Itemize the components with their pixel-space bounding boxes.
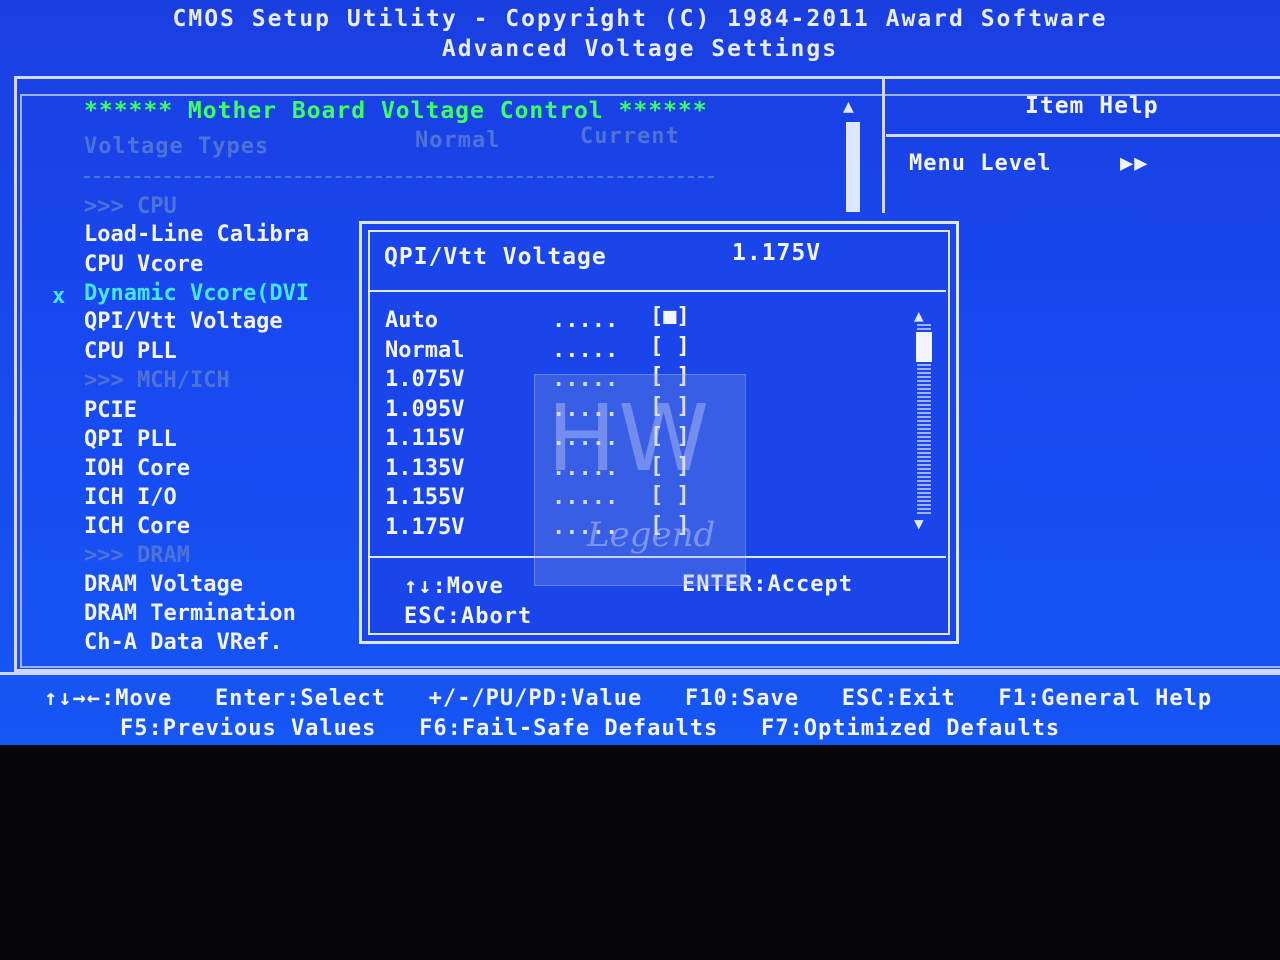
option-label[interactable]: 1.095V [385,397,464,422]
option-label[interactable]: 1.115V [385,426,464,451]
option-label[interactable]: 1.175V [385,515,464,540]
footer-divider [0,672,1280,675]
header-divider [84,176,714,178]
menu-item-cpu-vcore[interactable]: CPU Vcore [84,252,203,277]
footer-keys-line1: ↑↓→←:Move Enter:Select +/-/PU/PD:Value F… [44,686,1213,711]
menu-item-load-line-calibration[interactable]: Load-Line Calibra [84,222,309,247]
popup-scroll-up-arrow-icon[interactable]: ▲ [914,306,924,325]
option-label[interactable]: 1.155V [385,485,464,510]
scrollbar-thumb[interactable] [846,122,860,212]
popup-top-divider [370,290,946,292]
option-dots: ..... [552,308,619,333]
watermark-logo: HW Legend [534,374,746,586]
header-title: CMOS Setup Utility - Copyright (C) 1984-… [172,6,1108,32]
section-title: ****** Mother Board Voltage Control ****… [84,98,708,124]
footer-keys-line2: F5:Previous Values F6:Fail-Safe Defaults… [120,716,1061,741]
menu-item-dram-voltage[interactable]: DRAM Voltage [84,572,243,597]
menu-item-qpi-vtt-voltage[interactable]: QPI/Vtt Voltage [84,309,283,334]
menu-item-pcie[interactable]: PCIE [84,398,137,423]
group-cpu: >>> CPU [84,194,177,219]
item-help-title: Item Help [1025,93,1159,119]
option-label[interactable]: 1.135V [385,456,464,481]
popup-help-move: ↑↓:Move [404,574,504,599]
header-subtitle: Advanced Voltage Settings [441,36,839,62]
popup-title: QPI/Vtt Voltage [384,244,607,270]
option-dots: ..... [552,338,619,363]
popup-scroll-down-arrow-icon[interactable]: ▼ [914,514,924,533]
menu-item-ioh-core[interactable]: IOH Core [84,456,190,481]
watermark-subtext: Legend [587,515,716,555]
group-mch-ich: >>> MCH/ICH [84,368,230,393]
column-current: Current [580,124,680,149]
menu-item-ich-io[interactable]: ICH I/O [84,485,177,510]
menu-level-arrows-icon: ▶▶ [1120,151,1149,176]
column-voltage-types: Voltage Types [84,134,270,159]
help-panel-divider [882,79,885,213]
disabled-mark-icon: x [52,284,67,309]
menu-item-ich-core[interactable]: ICH Core [84,514,190,539]
watermark-text: HW [547,385,712,492]
menu-item-qpi-pll[interactable]: QPI PLL [84,427,177,452]
group-dram: >>> DRAM [84,543,190,568]
bios-screen: CMOS Setup Utility - Copyright (C) 1984-… [0,0,1280,745]
popup-current-value: 1.175V [732,240,822,266]
option-label[interactable]: Auto [385,308,438,333]
menu-level-label: Menu Level [909,151,1052,176]
popup-help-abort: ESC:Abort [404,604,533,629]
column-normal: Normal [415,128,501,153]
option-label[interactable]: 1.075V [385,367,464,392]
menu-item-dynamic-vcore: Dynamic Vcore(DVI [84,281,310,306]
menu-item-cha-data-vref[interactable]: Ch-A Data VRef. [84,630,283,655]
option-selected-box[interactable]: [■] [650,304,690,329]
option-box[interactable]: [ ] [650,334,690,359]
scroll-up-arrow-icon[interactable]: ▲ [843,96,854,117]
popup-scrollbar-thumb[interactable] [916,332,932,362]
menu-item-dram-termination[interactable]: DRAM Termination [84,601,296,626]
help-title-divider [886,134,1280,137]
option-label[interactable]: Normal [385,338,464,363]
menu-item-cpu-pll[interactable]: CPU PLL [84,339,177,364]
